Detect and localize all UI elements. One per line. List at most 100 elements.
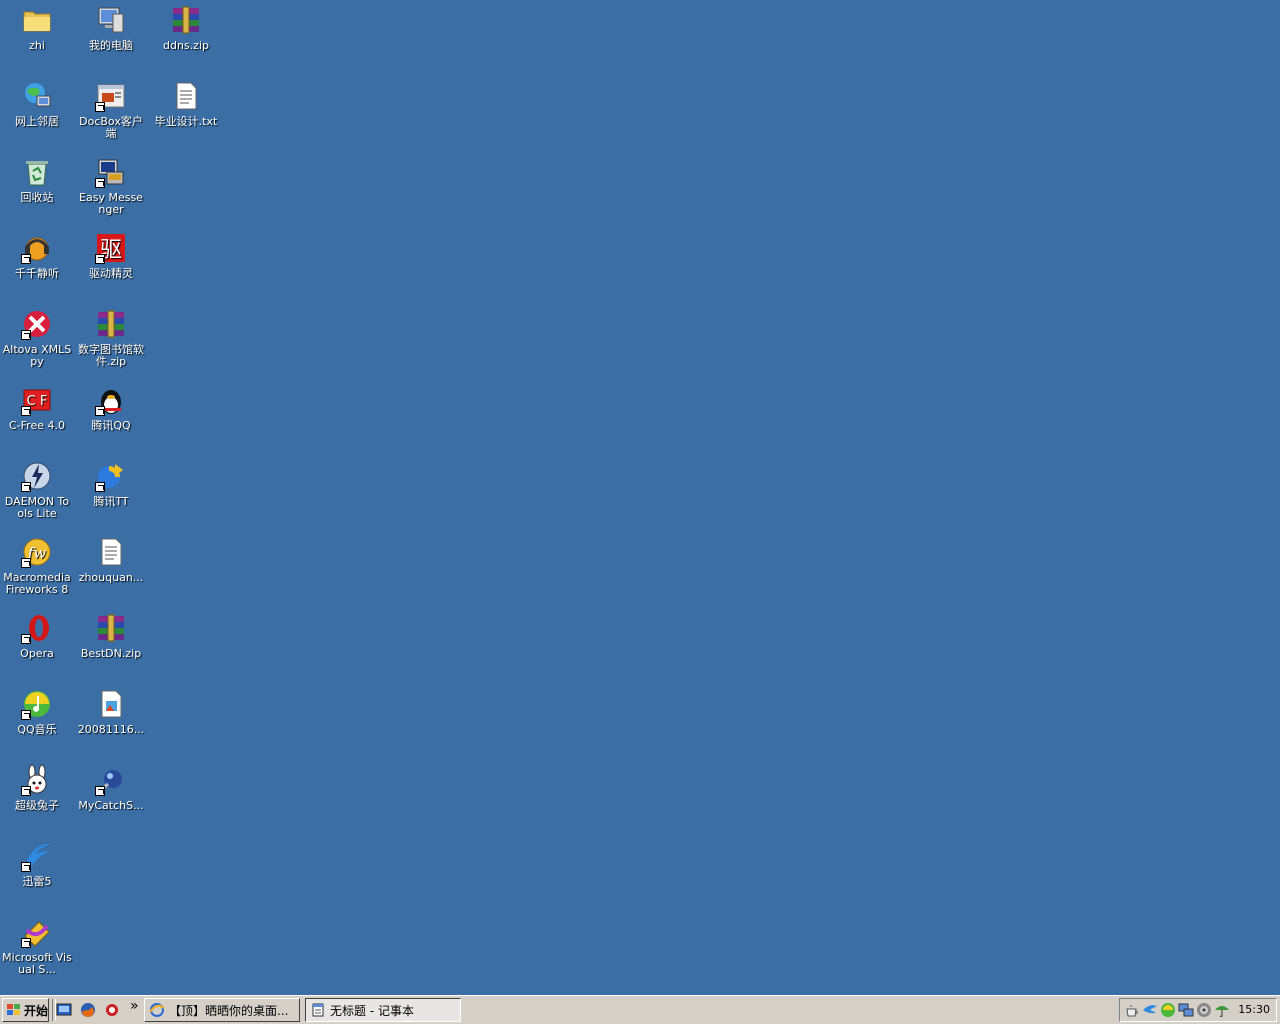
my-computer-icon (95, 4, 127, 36)
desktop-icon[interactable]: Easy Messenger (74, 152, 148, 216)
desktop-icon[interactable]: 腾讯QQ (74, 380, 148, 432)
shortcut-arrow-icon (95, 178, 105, 188)
firefox-icon[interactable] (80, 1002, 96, 1018)
desktop-icon[interactable]: DAEMON Tools Lite (0, 456, 74, 520)
shortcut-arrow-icon (21, 406, 31, 416)
winrar-archive-icon (170, 4, 202, 36)
desktop-icon-label: ddns.zip (163, 39, 209, 52)
shortcut-arrow-icon (21, 634, 31, 644)
shortcut-arrow-icon (95, 482, 105, 492)
desktop-icon-label: 千千静听 (15, 267, 59, 280)
notepad-icon (312, 1003, 324, 1017)
driver-genius-icon: 驱 (95, 232, 127, 264)
winrar-archive-icon (95, 308, 127, 340)
desktop-icon-label: DocBox客户端 (79, 115, 143, 140)
desktop-icon-label: 迅雷5 (22, 875, 52, 888)
desktop-icon-label: Microsoft Visual S... (2, 951, 72, 976)
easy-messenger-icon (95, 156, 127, 188)
tray-green-icon[interactable] (1160, 1002, 1176, 1018)
desktop-icon-label: 驱动精灵 (89, 267, 133, 280)
desktop-icon[interactable]: Altova XMLSpy (0, 304, 74, 368)
desktop-icon-label: MyCatchS... (78, 799, 144, 812)
start-button[interactable]: 开始 (2, 998, 49, 1022)
tray-arrow-icon[interactable] (1142, 1002, 1158, 1018)
desktop-icon[interactable]: Opera (0, 608, 74, 660)
shortcut-arrow-icon (95, 254, 105, 264)
desktop-icon[interactable]: C F C-Free 4.0 (0, 380, 74, 432)
taskbar-button[interactable]: 无标题 - 记事本 (305, 998, 461, 1022)
ie-icon (149, 1003, 165, 1017)
shortcut-arrow-icon (21, 710, 31, 720)
xmlspy-icon (21, 308, 53, 340)
mycatch-icon (95, 764, 127, 796)
tray-tea-icon[interactable] (1124, 1002, 1140, 1018)
qq-penguin-icon (95, 384, 127, 416)
desktop-icon-label: 毕业设计.txt (154, 115, 218, 128)
network-places-icon (21, 80, 53, 112)
desktop-icon-label: 腾讯TT (93, 495, 129, 508)
tray-network-icon[interactable] (1178, 1002, 1194, 1018)
desktop-icon-label: Macromedia Fireworks 8 (3, 571, 71, 596)
desktop-icon-label: 网上邻居 (15, 115, 59, 128)
desktop-icon-label: 20081116... (77, 723, 145, 736)
taskbar: 开始 » 【顶】晒晒你的桌面... 无标题 - 记事本 15:30 (0, 995, 1280, 1024)
desktop-icon-label: zhi (29, 39, 45, 52)
desktop-icon-label: Opera (20, 647, 54, 660)
desktop-icon[interactable]: 腾讯TT (74, 456, 148, 508)
desktop-icon-label: 超级兔子 (15, 799, 59, 812)
desktop-icon[interactable]: DocBox客户端 (74, 76, 148, 140)
desktop-icon[interactable]: BestDN.zip (74, 608, 148, 660)
visual-studio-icon (21, 916, 53, 948)
desktop-icon-label: 回收站 (20, 191, 54, 204)
desktop-icon[interactable]: zhouquan... (74, 532, 148, 584)
shortcut-arrow-icon (21, 558, 31, 568)
tray-volume-icon[interactable] (1196, 1002, 1212, 1018)
desktop-icon[interactable]: 回收站 (0, 152, 74, 204)
desktop-icon-label: 我的电脑 (89, 39, 133, 52)
shortcut-arrow-icon (95, 102, 105, 112)
qq-music-icon (21, 688, 53, 720)
more-chevron[interactable]: » (130, 998, 139, 1014)
thunder-icon (21, 840, 53, 872)
taskbar-button-label: 【顶】晒晒你的桌面... (169, 1003, 289, 1018)
recycle-bin-icon (21, 156, 53, 188)
shortcut-arrow-icon (21, 482, 31, 492)
app-quick-icon[interactable] (104, 1002, 120, 1018)
desktop-icon[interactable]: 驱驱动精灵 (74, 228, 148, 280)
cfree-icon: C F (21, 384, 53, 416)
desktop-icon[interactable]: 千千静听 (0, 228, 74, 280)
taskbar-button-label: 无标题 - 记事本 (330, 1003, 414, 1018)
desktop: zhi 我的电脑 ddns.zip 网上邻居 DocBox客户端 毕业设计.txt 回收站 E… (0, 0, 1280, 995)
docbox-icon (95, 80, 127, 112)
desktop-icon[interactable]: 超级兔子 (0, 760, 74, 812)
clock[interactable]: 15:30 (1238, 1003, 1270, 1016)
shortcut-arrow-icon (21, 330, 31, 340)
desktop-icon[interactable]: 我的电脑 (74, 0, 148, 52)
opera-icon (21, 612, 53, 644)
tray-umbrella-icon[interactable] (1214, 1002, 1230, 1018)
desktop-icon[interactable]: 网上邻居 (0, 76, 74, 128)
desktop-icon[interactable]: Microsoft Visual S... (0, 912, 74, 976)
winrar-archive-icon (95, 612, 127, 644)
shortcut-arrow-icon (21, 254, 31, 264)
fireworks-icon: fw (21, 536, 53, 568)
desktop-icon-label: zhouquan... (78, 571, 144, 584)
desktop-icon[interactable]: 20081116... (74, 684, 148, 736)
taskbar-button[interactable]: 【顶】晒晒你的桌面... (144, 998, 300, 1022)
desktop-icon[interactable]: QQ音乐 (0, 684, 74, 736)
desktop-icon[interactable]: 迅雷5 (0, 836, 74, 888)
image-file-icon (95, 688, 127, 720)
windows-logo-icon (7, 1004, 20, 1015)
show-desktop-icon[interactable] (56, 1002, 72, 1018)
shortcut-arrow-icon (21, 862, 31, 872)
desktop-icon-label: 数字图书馆软件.zip (78, 343, 144, 368)
desktop-icon[interactable]: ddns.zip (149, 0, 223, 52)
desktop-icon[interactable]: fw Macromedia Fireworks 8 (0, 532, 74, 596)
desktop-icon-label: DAEMON Tools Lite (4, 495, 70, 520)
desktop-icon-label: BestDN.zip (80, 647, 142, 660)
start-label: 开始 (24, 1003, 49, 1018)
desktop-icon[interactable]: zhi (0, 0, 74, 52)
desktop-icon[interactable]: 数字图书馆软件.zip (74, 304, 148, 368)
desktop-icon[interactable]: 毕业设计.txt (149, 76, 223, 128)
desktop-icon[interactable]: MyCatchS... (74, 760, 148, 812)
